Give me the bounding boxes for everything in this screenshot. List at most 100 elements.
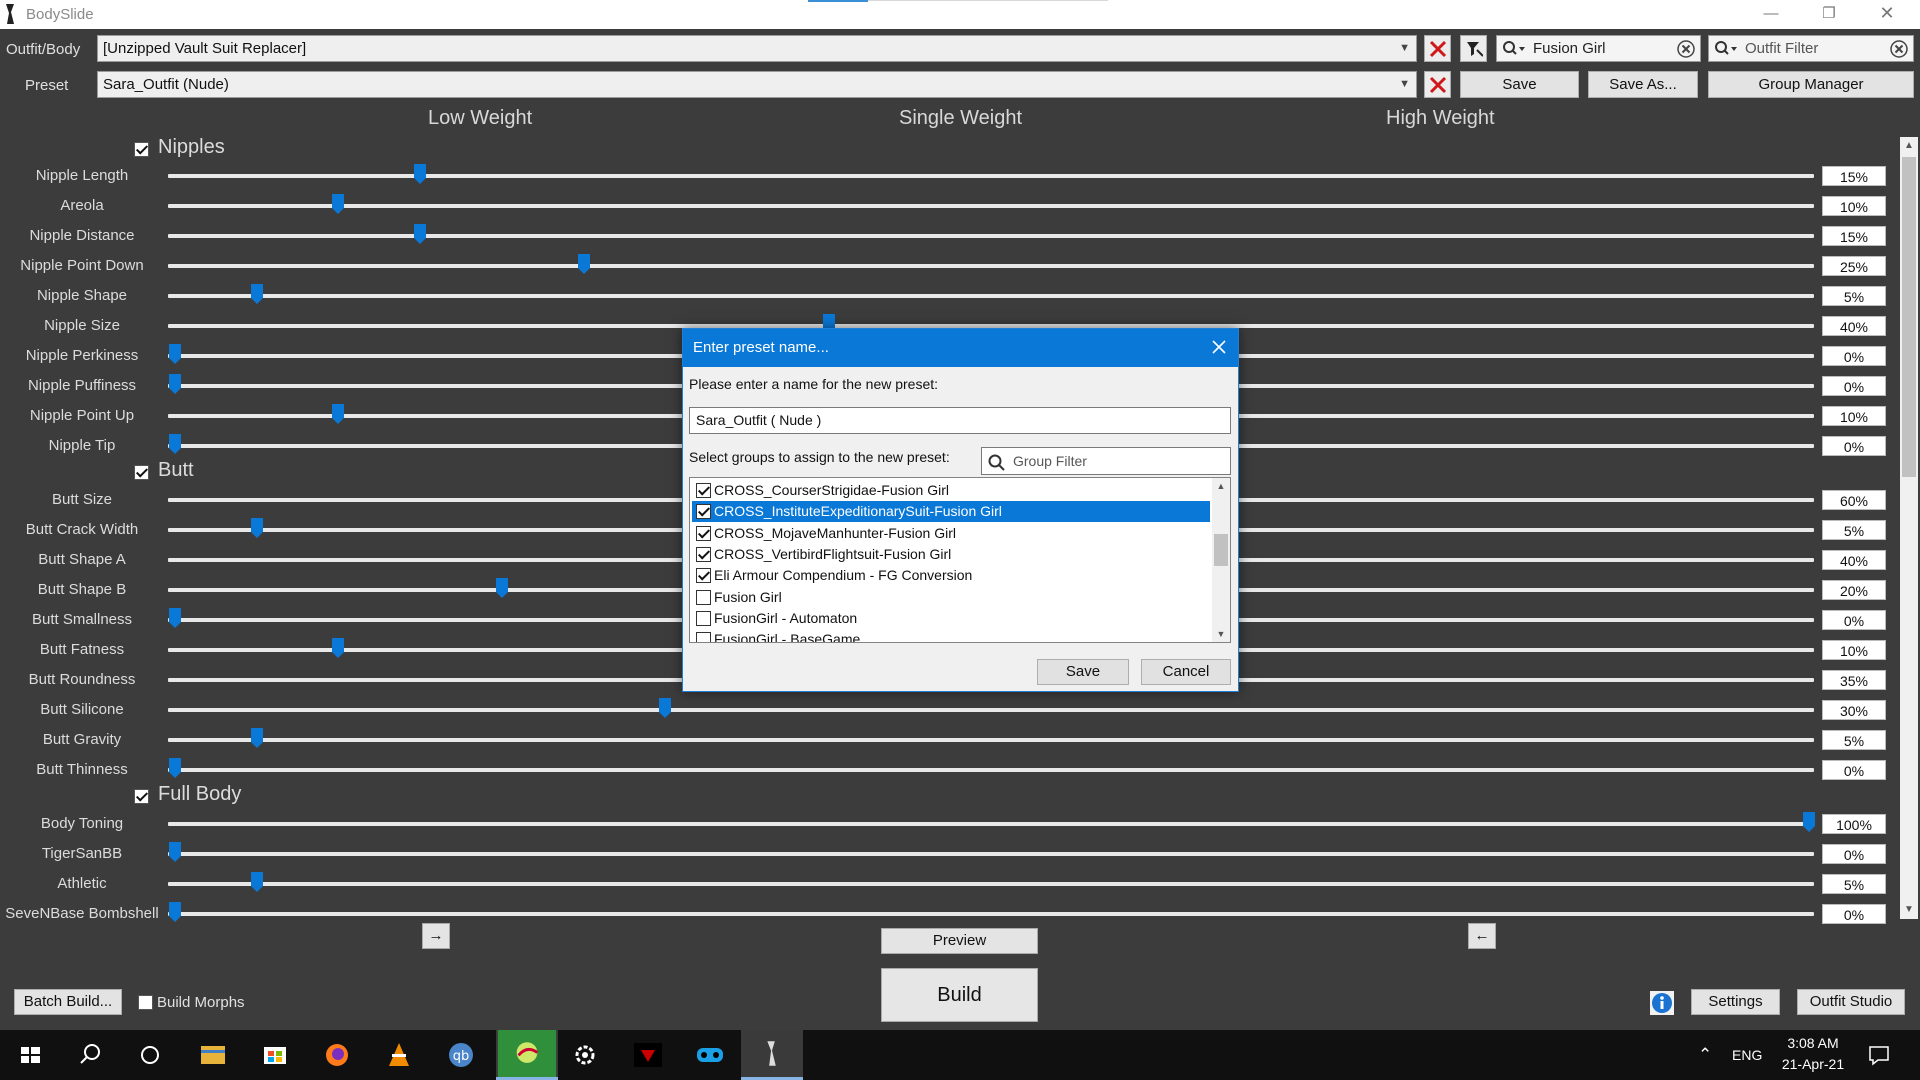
slider-track[interactable]	[168, 912, 1814, 916]
group-item-checkbox[interactable]	[696, 483, 711, 498]
group-list-item[interactable]: Eli Armour Compendium - FG Conversion	[692, 565, 1210, 586]
group-list-item[interactable]: Fusion Girl	[692, 587, 1210, 608]
slider-value[interactable]: 5%	[1822, 874, 1886, 894]
restore-button[interactable]: ❐	[1806, 0, 1852, 29]
slider-value[interactable]: 60%	[1822, 490, 1886, 510]
slider-thumb[interactable]	[495, 578, 508, 598]
slider-track[interactable]	[168, 738, 1814, 742]
task-view-icon[interactable]	[119, 1030, 181, 1080]
slider-thumb[interactable]	[169, 758, 181, 778]
slider-thumb[interactable]	[250, 518, 263, 538]
slider-value[interactable]: 15%	[1822, 226, 1886, 246]
slider-thumb[interactable]	[332, 404, 345, 424]
high-to-low-button[interactable]: ←	[1468, 923, 1496, 949]
slider-value[interactable]: 0%	[1822, 760, 1886, 780]
scrollbar-thumb[interactable]	[1214, 534, 1228, 566]
close-icon[interactable]	[1210, 338, 1228, 356]
low-to-high-button[interactable]: →	[422, 923, 450, 949]
batch-build-button[interactable]: Batch Build...	[14, 989, 122, 1015]
slider-value[interactable]: 5%	[1822, 286, 1886, 306]
slider-value[interactable]: 35%	[1822, 670, 1886, 690]
group-list-item[interactable]: FusionGirl - BaseGame	[692, 629, 1210, 642]
group-item-checkbox[interactable]	[696, 525, 711, 541]
slider-value[interactable]: 0%	[1822, 610, 1886, 630]
slider-value[interactable]: 10%	[1822, 406, 1886, 426]
group-filter-toggle-button[interactable]	[1460, 35, 1487, 62]
slider-thumb[interactable]	[169, 842, 181, 862]
group-checkbox[interactable]	[134, 142, 149, 157]
outfit-body-dropdown[interactable]: [Unzipped Vault Suit Replacer] ▼	[97, 35, 1417, 62]
slider-value[interactable]: 0%	[1822, 346, 1886, 366]
group-checkbox[interactable]	[134, 465, 149, 480]
slider-thumb[interactable]	[250, 284, 263, 304]
scrollbar-thumb[interactable]	[1902, 157, 1916, 477]
group-list-item[interactable]: CROSS_CourserStrigidae-Fusion Girl	[692, 480, 1210, 501]
slider-track[interactable]	[168, 852, 1814, 856]
group-list-item[interactable]: CROSS_InstituteExpeditionarySuit-Fusion …	[692, 501, 1210, 523]
outfit-filter-search[interactable]: Outfit Filter	[1708, 35, 1914, 62]
store-icon[interactable]	[244, 1030, 306, 1080]
slider-track[interactable]	[168, 204, 1814, 208]
search-icon[interactable]	[59, 1030, 121, 1080]
slider-track[interactable]	[168, 882, 1814, 886]
slider-thumb[interactable]	[169, 374, 181, 394]
group-list-item[interactable]: FusionGirl - Automaton	[692, 608, 1210, 629]
slider-track[interactable]	[168, 264, 1814, 268]
gear-icon[interactable]	[554, 1030, 616, 1080]
scroll-up-icon[interactable]: ▲	[1212, 478, 1230, 494]
scroll-down-icon[interactable]: ▼	[1900, 901, 1918, 919]
slider-value[interactable]: 100%	[1822, 814, 1886, 834]
dialog-save-button[interactable]: Save	[1037, 659, 1129, 685]
dialog-cancel-button[interactable]: Cancel	[1141, 659, 1231, 685]
scroll-up-icon[interactable]: ▲	[1900, 137, 1918, 155]
slider-track[interactable]	[168, 768, 1814, 772]
slider-value[interactable]: 15%	[1822, 166, 1886, 186]
slider-thumb[interactable]	[169, 344, 181, 364]
slider-thumb[interactable]	[414, 224, 427, 244]
save-as-button[interactable]: Save As...	[1588, 71, 1698, 98]
scroll-down-icon[interactable]: ▼	[1212, 626, 1230, 642]
group-item-checkbox[interactable]	[696, 589, 711, 605]
chevron-up-icon[interactable]: ⌃	[1698, 1030, 1712, 1080]
group-filter-search[interactable]: Fusion Girl	[1496, 35, 1701, 62]
outfit-studio-button[interactable]: Outfit Studio	[1797, 989, 1905, 1015]
notification-icon[interactable]	[1868, 1044, 1890, 1066]
save-preset-button[interactable]: Save	[1460, 71, 1579, 98]
windows-start-icon[interactable]	[0, 1030, 62, 1080]
preset-dropdown[interactable]: Sara_Outfit (Nude) ▼	[97, 71, 1417, 98]
slider-value[interactable]: 0%	[1822, 844, 1886, 864]
slider-value[interactable]: 30%	[1822, 700, 1886, 720]
slider-value[interactable]: 40%	[1822, 316, 1886, 336]
clock-time[interactable]: 3:08 AM	[1778, 1035, 1848, 1051]
slider-value[interactable]: 40%	[1822, 550, 1886, 570]
firefox-icon[interactable]	[306, 1030, 368, 1080]
group-list-scrollbar[interactable]: ▲ ▼	[1212, 478, 1230, 642]
group-item-checkbox[interactable]	[696, 504, 711, 520]
slider-value[interactable]: 20%	[1822, 580, 1886, 600]
group-manager-button[interactable]: Group Manager	[1708, 71, 1914, 98]
group-item-checkbox[interactable]	[696, 546, 711, 562]
group-filter-input[interactable]: Group Filter	[981, 447, 1231, 475]
close-window-button[interactable]: ✕	[1864, 0, 1910, 29]
game-launcher-icon[interactable]	[617, 1030, 679, 1080]
group-item-checkbox[interactable]	[696, 632, 711, 642]
slider-thumb[interactable]	[577, 254, 590, 274]
map-app-icon[interactable]	[496, 1030, 558, 1080]
group-checkbox[interactable]	[134, 789, 149, 804]
slider-thumb[interactable]	[659, 698, 672, 718]
slider-scrollbar[interactable]: ▲ ▼	[1900, 137, 1918, 919]
slider-thumb[interactable]	[332, 194, 345, 214]
slider-thumb[interactable]	[250, 872, 263, 892]
file-explorer-icon[interactable]	[182, 1030, 244, 1080]
controller-app-icon[interactable]	[679, 1030, 741, 1080]
slider-value[interactable]: 0%	[1822, 436, 1886, 456]
slider-value[interactable]: 25%	[1822, 256, 1886, 276]
slider-thumb[interactable]	[332, 638, 345, 658]
vlc-icon[interactable]	[368, 1030, 430, 1080]
slider-value[interactable]: 0%	[1822, 376, 1886, 396]
qbittorrent-icon[interactable]: qb	[430, 1030, 492, 1080]
slider-thumb[interactable]	[414, 164, 427, 184]
slider-thumb[interactable]	[250, 728, 263, 748]
minimize-button[interactable]: —	[1748, 0, 1794, 29]
slider-value[interactable]: 0%	[1822, 904, 1886, 924]
